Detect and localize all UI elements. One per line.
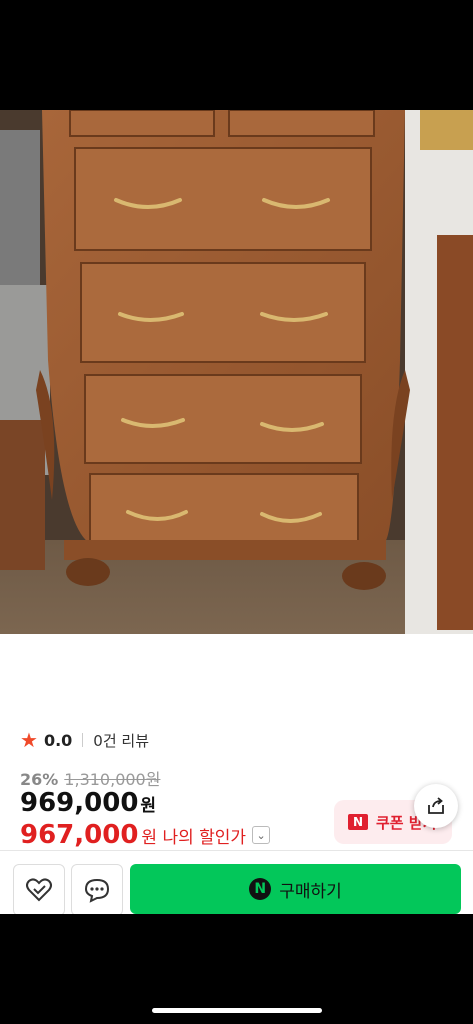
status-area [0, 0, 473, 110]
buy-label: 구매하기 [279, 881, 342, 902]
discount-percent: 26% [20, 770, 59, 789]
product-title-cutoff [20, 650, 440, 670]
sale-price-value: 969,000 [20, 788, 139, 818]
heart-check-icon [26, 878, 52, 902]
sale-price: 969,000 원 [20, 788, 156, 818]
discount-row: 26% 1,310,000원 [20, 766, 160, 790]
star-icon: ★ [20, 728, 38, 752]
product-image[interactable]: 1 / 11 [0, 110, 473, 634]
sale-price-unit: 원 [140, 796, 157, 816]
buy-button[interactable]: N 구매하기 [130, 864, 461, 914]
chevron-down-icon[interactable]: ⌄ [252, 826, 271, 844]
share-icon [428, 797, 444, 814]
wishlist-button[interactable] [13, 864, 65, 916]
naver-n-icon: N [348, 814, 368, 830]
rating-row[interactable]: ★ 0.0 0건 리뷰 [20, 728, 149, 752]
purchase-bar: N 구매하기 [0, 850, 473, 916]
home-indicator[interactable] [152, 1008, 322, 1013]
rating-score: 0.0 [43, 730, 73, 750]
dresser-photo [0, 110, 473, 634]
review-count[interactable]: 0건 리뷰 [93, 730, 149, 751]
divider [82, 733, 84, 747]
share-button[interactable] [414, 784, 458, 828]
chat-icon [84, 878, 110, 903]
my-price-label: 원 나의 할인가 [141, 827, 247, 848]
naver-pay-icon: N [249, 878, 272, 900]
my-discount-price[interactable]: 967,000 원 나의 할인가 ⌄ [20, 820, 271, 850]
original-price: 1,310,000원 [64, 770, 161, 789]
talk-button[interactable] [71, 864, 123, 916]
my-price-value: 967,000 [20, 820, 139, 850]
